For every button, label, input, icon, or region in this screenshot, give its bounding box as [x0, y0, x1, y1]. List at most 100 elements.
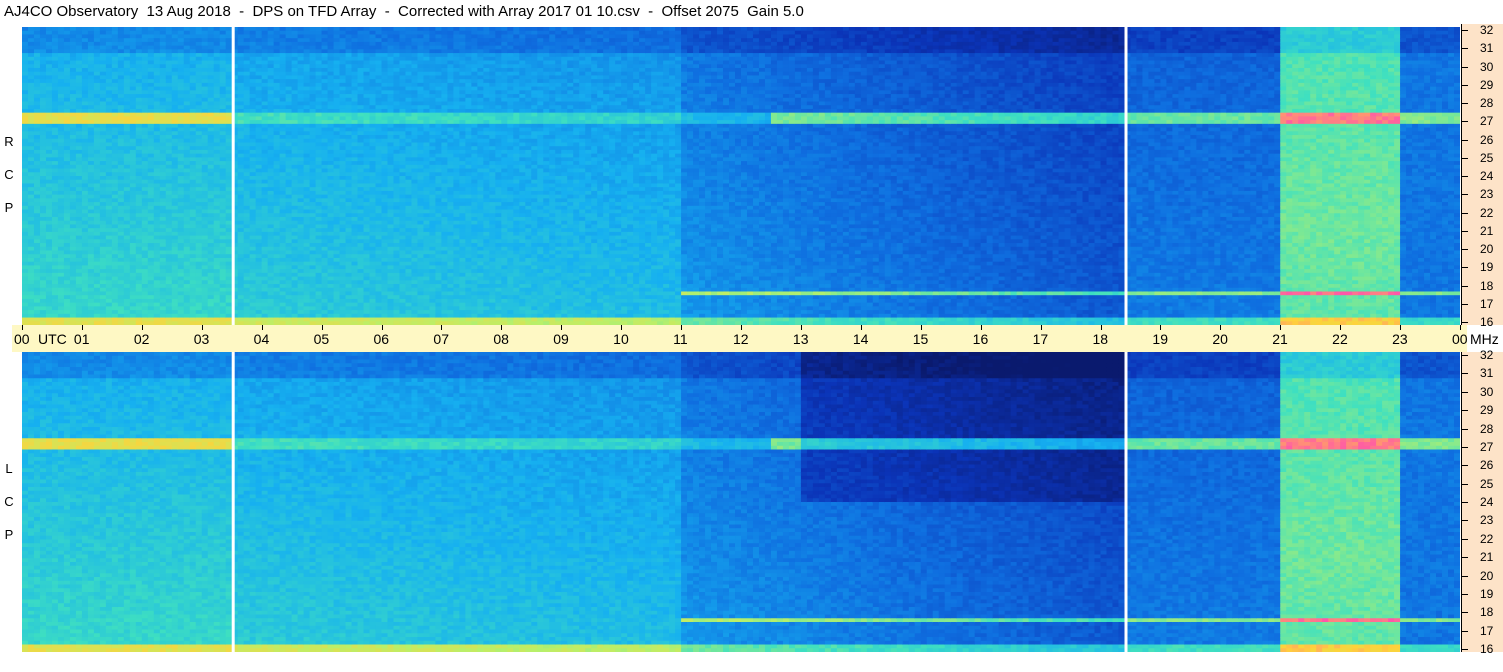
spectrogram-cell — [171, 269, 179, 274]
spectrogram-cell — [22, 131, 29, 136]
spectrogram-cell — [345, 276, 353, 281]
spectrogram-cell — [249, 205, 257, 211]
spectrogram-cell — [27, 254, 35, 259]
spectrogram-cell — [195, 135, 203, 140]
spectrogram-cell — [111, 194, 119, 199]
spectrogram-cell — [195, 231, 203, 237]
spectrogram-cell — [27, 41, 35, 47]
spectrogram-cell — [375, 82, 383, 88]
spectrogram-cell — [207, 239, 215, 244]
spectrogram-cell — [117, 187, 125, 192]
spectrogram-cell — [123, 194, 131, 199]
spectrogram-cell — [123, 216, 131, 222]
spectrogram-cell — [45, 220, 53, 226]
spectrogram-cell — [339, 216, 347, 222]
spectrogram-cell — [387, 202, 395, 207]
spectrogram-cell — [171, 94, 179, 99]
spectrogram-cell — [22, 298, 29, 304]
spectrogram-cell — [267, 190, 275, 196]
spectrogram-cell — [99, 220, 107, 226]
spectrogram-cell — [87, 209, 95, 214]
spectrogram-cell — [351, 235, 359, 240]
spectrogram-cell — [285, 105, 293, 110]
spectrogram-cell — [351, 34, 359, 39]
spectrogram-cell — [147, 198, 155, 203]
spectrogram-cell — [363, 280, 371, 285]
spectrogram-cell — [141, 94, 149, 99]
spectrogram-cell — [147, 41, 155, 47]
spectrogram-cell — [273, 123, 281, 129]
spectrogram-cell — [195, 149, 203, 155]
spectrogram-cell — [267, 90, 275, 95]
spectrogram-cell — [189, 298, 197, 304]
spectrogram-cell — [381, 90, 389, 95]
spectrogram-cell — [327, 172, 335, 177]
spectrogram-cell — [381, 302, 389, 307]
spectrogram-cell — [45, 239, 53, 244]
spectrogram-cell — [255, 127, 263, 132]
spectrogram-cell — [243, 254, 251, 259]
spectrogram-cell — [345, 187, 353, 192]
spectrogram-cell — [51, 306, 59, 311]
spectrogram-cell — [351, 302, 359, 307]
spectrogram-cell — [99, 45, 107, 50]
spectrogram-cell — [81, 287, 89, 293]
spectrogram-cell — [81, 231, 89, 237]
spectrogram-cell — [51, 30, 59, 36]
spectrogram-cell — [321, 239, 329, 244]
spectrogram-cell — [123, 90, 131, 95]
spectrogram-cell — [177, 56, 185, 62]
spectrogram-cell — [189, 79, 197, 84]
spectrogram-cell — [171, 228, 179, 233]
spectrogram-cell — [375, 220, 383, 226]
spectrogram-cell — [27, 284, 35, 289]
spectrogram-cell — [351, 56, 359, 62]
spectrogram-cell — [135, 149, 143, 155]
spectrogram-cell — [315, 53, 323, 58]
spectrogram-cell — [303, 153, 311, 158]
spectrogram-cell — [345, 64, 353, 69]
spectrogram-cell — [75, 205, 83, 211]
spectrogram-cell — [327, 105, 335, 110]
spectrogram-cell — [22, 265, 29, 270]
spectrogram-cell — [141, 179, 149, 185]
spectrogram-cell — [159, 64, 167, 69]
spectrogram-cell — [297, 97, 305, 103]
spectrogram-cell — [135, 246, 143, 252]
spectrogram-cell — [87, 86, 95, 91]
spectrogram-cell — [219, 257, 227, 263]
spectrogram-cell — [393, 142, 401, 147]
spectrogram-cell — [123, 239, 131, 244]
spectrogram-cell — [279, 187, 287, 192]
spectrogram-cell — [177, 142, 185, 147]
spectrogram-cell — [267, 105, 275, 110]
spectrogram-cell — [39, 317, 47, 322]
spectrogram-cell — [267, 317, 275, 322]
spectrogram-cell — [267, 49, 275, 54]
spectrogram-cell — [189, 239, 197, 244]
spectrogram-cell — [291, 216, 299, 222]
spectrogram-cell — [381, 310, 389, 315]
spectrogram-cell — [45, 79, 53, 84]
spectrogram-cell — [45, 45, 53, 50]
spectrogram-cell — [45, 67, 53, 73]
spectrogram-cell — [39, 112, 47, 117]
spectrogram-cell — [345, 142, 353, 147]
spectrogram-cell — [189, 272, 197, 278]
spectrogram-cell — [39, 97, 47, 103]
spectrogram-cell — [285, 198, 293, 203]
spectrogram-cell — [243, 183, 251, 188]
spectrogram-cell — [171, 302, 179, 307]
spectrogram-cell — [135, 243, 143, 248]
spectrogram-cell — [123, 235, 131, 240]
spectrogram-cell — [273, 190, 281, 196]
spectrogram-cell — [393, 67, 401, 73]
spectrogram-cell — [225, 176, 233, 181]
spectrogram-cell — [129, 67, 137, 73]
spectrogram-cell — [309, 284, 317, 289]
spectrogram-cell — [135, 269, 143, 274]
spectrogram-cell — [189, 27, 197, 32]
spectrogram-cell — [291, 302, 299, 307]
spectrogram-cell — [207, 116, 215, 121]
spectrogram-cell — [27, 86, 35, 91]
